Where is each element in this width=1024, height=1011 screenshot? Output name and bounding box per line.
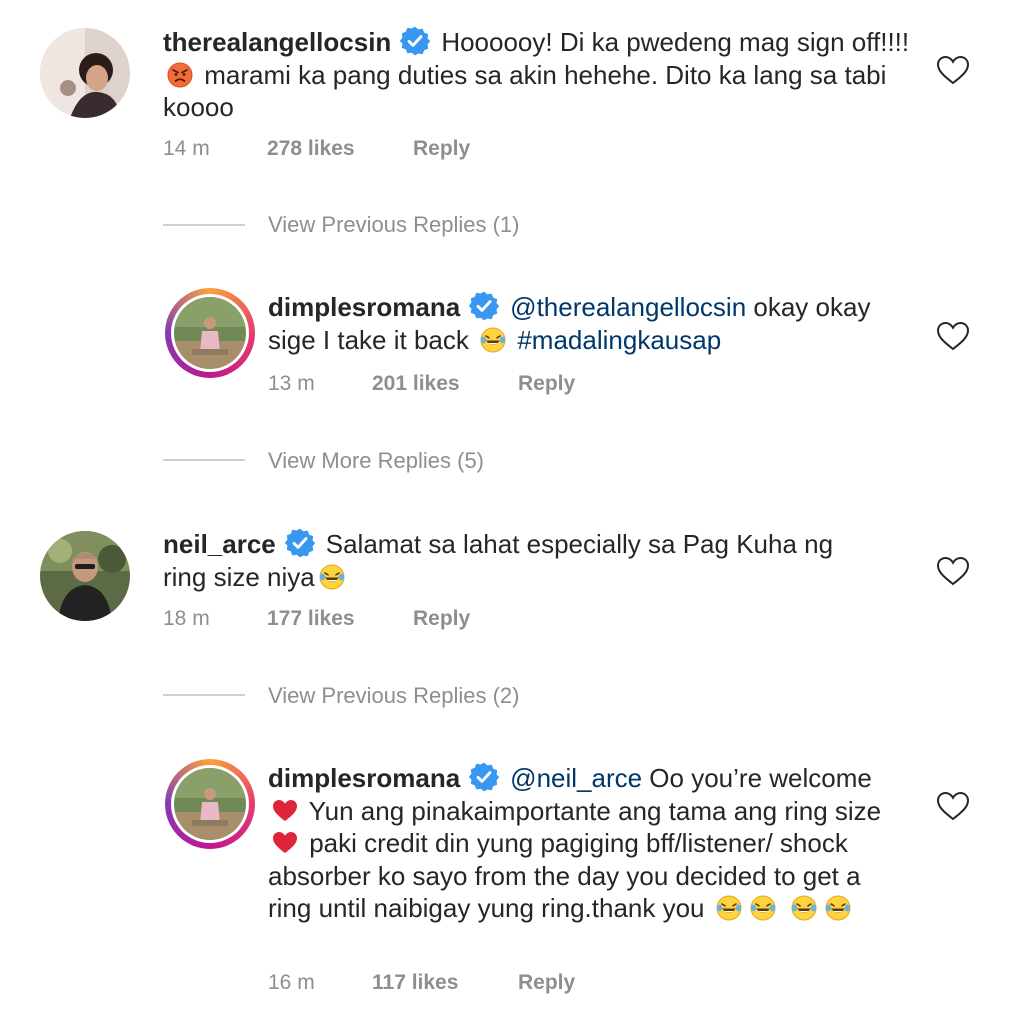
tears-of-joy-emoji (716, 895, 742, 921)
mention-link[interactable]: @neil_arce (510, 763, 642, 793)
heart-outline-icon[interactable] (936, 55, 970, 85)
likes-count[interactable]: 177 likes (267, 607, 355, 631)
username[interactable]: dimplesromana (268, 763, 460, 793)
tears-of-joy-emoji (480, 327, 506, 353)
reply-button[interactable]: Reply (413, 607, 470, 631)
angry-face-emoji (167, 62, 193, 88)
comment-body: dimplesromana @therealangellocsin okay ok… (268, 290, 918, 356)
comment-body: therealangellocsin Hoooooy! Di ka pwedeng… (163, 25, 923, 124)
tears-of-joy-emoji (791, 895, 817, 921)
avatar-story-ring[interactable] (165, 759, 255, 849)
verified-badge-icon (468, 290, 500, 322)
avatar[interactable] (40, 531, 130, 621)
tears-of-joy-emoji (825, 895, 851, 921)
timestamp: 13 m (268, 372, 315, 395)
comment-body: neil_arce Salamat sa lahat especially sa … (163, 527, 883, 593)
verified-badge-icon (468, 761, 500, 793)
likes-count[interactable]: 201 likes (372, 372, 460, 396)
tears-of-joy-emoji (750, 895, 776, 921)
verified-badge-icon (399, 25, 431, 57)
divider-line (163, 459, 245, 461)
heart-outline-icon[interactable] (936, 791, 970, 821)
divider-line (163, 224, 245, 226)
comment-text: Oo you’re welcome (642, 763, 872, 793)
avatar-story-ring[interactable] (165, 288, 255, 378)
likes-count[interactable]: 117 likes (372, 971, 458, 995)
comment-text-continued: marami ka pang duties sa akin hehehe. Di… (163, 59, 887, 123)
comment-text: Hoooooy! Di ka pwedeng mag sign off!!!! (441, 27, 910, 57)
timestamp: 16 m (268, 971, 315, 994)
divider-line (163, 694, 245, 696)
mention-link[interactable]: @therealangellocsin (510, 292, 746, 322)
view-more-replies-button[interactable]: View More Replies (5) (268, 448, 484, 474)
timestamp: 14 m (163, 137, 210, 160)
comment-body: dimplesromana @neil_arce Oo you’re welcom… (268, 761, 898, 925)
likes-count[interactable]: 278 likes (267, 137, 355, 161)
hashtag-link[interactable]: #madalingkausap (517, 325, 721, 355)
red-heart-emoji (272, 830, 298, 856)
reply-button[interactable]: Reply (518, 971, 575, 995)
username[interactable]: therealangellocsin (163, 27, 391, 57)
reply-button[interactable]: Reply (413, 137, 470, 161)
username[interactable]: dimplesromana (268, 292, 460, 322)
tears-of-joy-emoji (319, 564, 345, 590)
view-previous-replies-button[interactable]: View Previous Replies (1) (268, 212, 519, 238)
username[interactable]: neil_arce (163, 529, 276, 559)
heart-outline-icon[interactable] (936, 321, 970, 351)
avatar[interactable] (40, 28, 130, 118)
comment-text-continued: Yun ang pinakaimportante ang tama ang ri… (302, 795, 882, 826)
reply-button[interactable]: Reply (518, 372, 575, 396)
timestamp: 18 m (163, 607, 210, 630)
verified-badge-icon (284, 527, 316, 559)
view-previous-replies-button[interactable]: View Previous Replies (2) (268, 683, 519, 709)
red-heart-emoji (272, 798, 298, 824)
heart-outline-icon[interactable] (936, 556, 970, 586)
